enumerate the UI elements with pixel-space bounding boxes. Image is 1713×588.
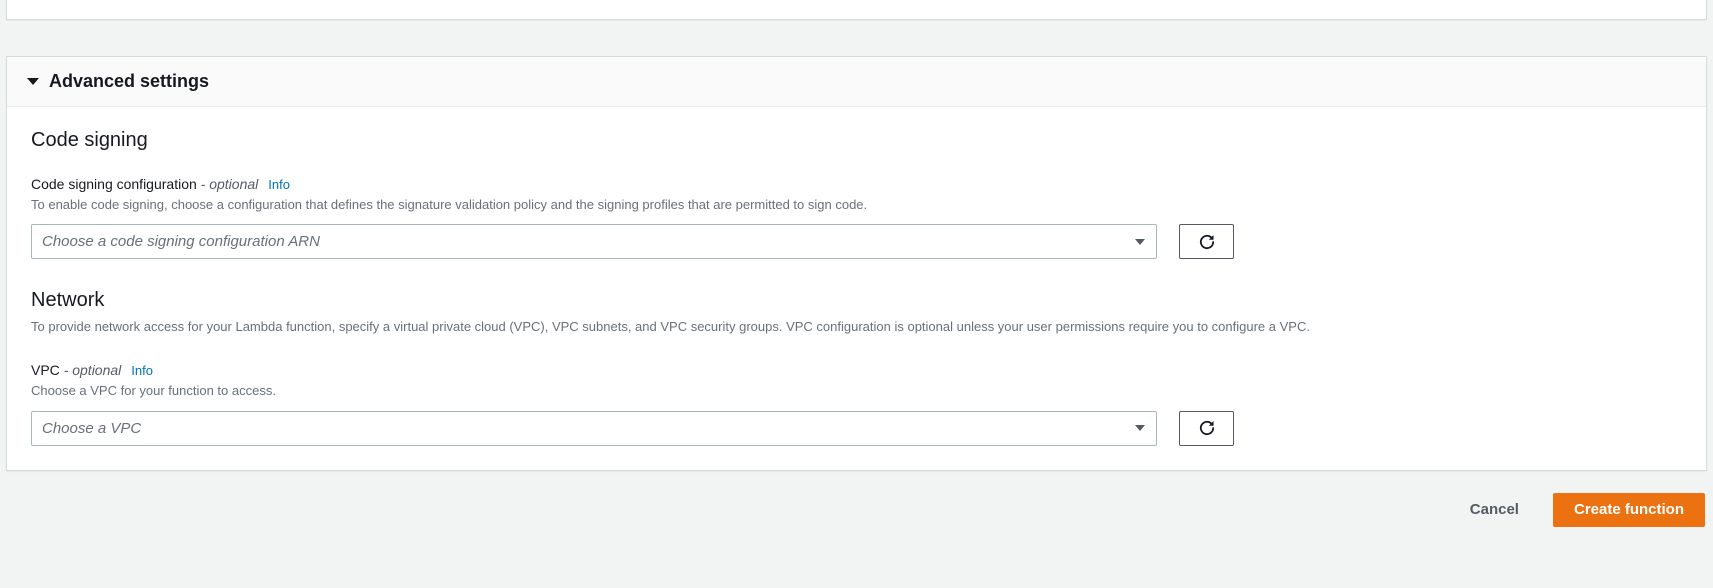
- code-signing-select[interactable]: [31, 224, 1157, 259]
- advanced-settings-body: Code signing Code signing configuration …: [7, 107, 1706, 470]
- code-signing-refresh-button[interactable]: [1179, 224, 1234, 259]
- network-section: Network To provide network access for yo…: [31, 289, 1682, 445]
- vpc-refresh-button[interactable]: [1179, 411, 1234, 446]
- create-function-button[interactable]: Create function: [1553, 493, 1705, 527]
- advanced-settings-header[interactable]: Advanced settings: [7, 57, 1706, 107]
- network-description: To provide network access for your Lambd…: [31, 318, 1682, 336]
- cancel-button[interactable]: Cancel: [1450, 493, 1539, 527]
- advanced-settings-panel: Advanced settings Code signing Code sign…: [6, 56, 1707, 471]
- code-signing-label: Code signing configuration - optional: [31, 176, 258, 192]
- vpc-select-wrap[interactable]: [31, 411, 1157, 446]
- refresh-icon: [1198, 233, 1216, 251]
- vpc-select[interactable]: [31, 411, 1157, 446]
- vpc-label: VPC - optional: [31, 362, 121, 378]
- code-signing-label-row: Code signing configuration - optional In…: [31, 176, 1682, 192]
- previous-panel-fragment: [6, 0, 1707, 20]
- code-signing-heading: Code signing: [31, 129, 1682, 152]
- code-signing-section: Code signing Code signing configuration …: [31, 129, 1682, 259]
- network-heading: Network: [31, 289, 1682, 312]
- vpc-label-text: VPC: [31, 362, 60, 378]
- refresh-icon: [1198, 419, 1216, 437]
- code-signing-info-link[interactable]: Info: [268, 177, 290, 192]
- vpc-label-row: VPC - optional Info: [31, 362, 1682, 378]
- code-signing-select-wrap[interactable]: [31, 224, 1157, 259]
- vpc-optional: - optional: [64, 362, 122, 378]
- vpc-control-row: [31, 411, 1682, 446]
- advanced-settings-title: Advanced settings: [49, 71, 209, 92]
- code-signing-optional: - optional: [201, 176, 259, 192]
- vpc-info-link[interactable]: Info: [131, 363, 153, 378]
- code-signing-description: To enable code signing, choose a configu…: [31, 196, 1682, 214]
- footer-actions: Cancel Create function: [0, 471, 1713, 549]
- caret-down-icon: [27, 78, 39, 85]
- code-signing-label-text: Code signing configuration: [31, 176, 197, 192]
- code-signing-control-row: [31, 224, 1682, 259]
- vpc-description: Choose a VPC for your function to access…: [31, 382, 1682, 400]
